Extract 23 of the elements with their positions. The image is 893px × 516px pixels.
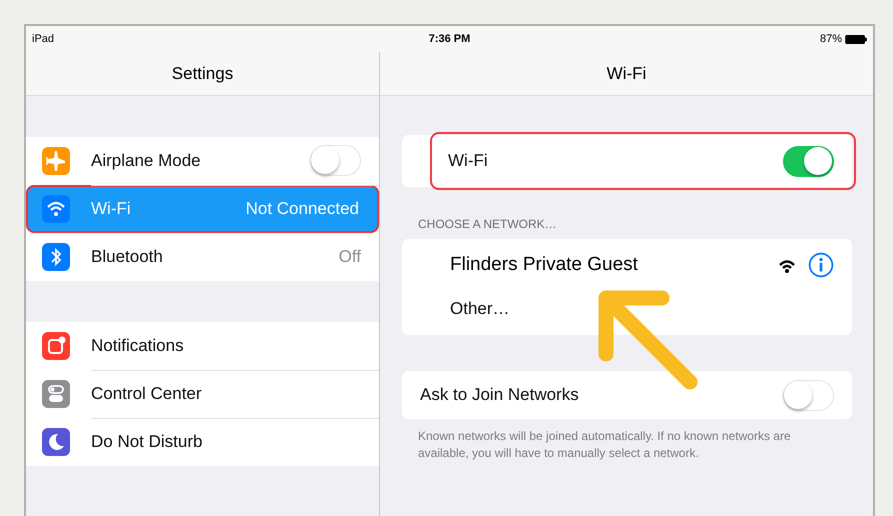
section-header: CHOOSE A NETWORK…	[418, 217, 558, 231]
battery-icon	[845, 34, 867, 44]
footer-note: Known networks will be joined automatically. If no known networks are available, you will have to manually select a network.	[418, 428, 792, 462]
row-value: Off	[338, 247, 361, 267]
status-time: 7:36 PM	[428, 33, 470, 45]
toggle-switch[interactable]	[783, 146, 834, 176]
info-button[interactable]	[808, 252, 834, 278]
other-network-link[interactable]: Other…	[450, 299, 510, 319]
row-label: Airplane Mode	[91, 150, 201, 170]
row-value: Not Connected	[246, 199, 359, 219]
row-label: Wi-Fi	[91, 199, 131, 219]
nav-title: Wi-Fi	[380, 52, 873, 96]
row-label: Do Not Disturb	[91, 432, 202, 452]
nav-title: Settings	[26, 52, 379, 96]
wifi-signal-icon	[778, 258, 796, 272]
network-name[interactable]: Flinders Private Guest	[450, 254, 778, 276]
row-label: Notifications	[91, 336, 184, 356]
row-label: Bluetooth	[91, 247, 163, 267]
device-label: iPad	[32, 33, 56, 45]
row-label: Ask to Join Networks	[420, 385, 579, 405]
battery-percent: 87%	[820, 33, 842, 45]
row-label: Wi-Fi	[448, 151, 488, 171]
row-label: Control Center	[91, 384, 202, 404]
